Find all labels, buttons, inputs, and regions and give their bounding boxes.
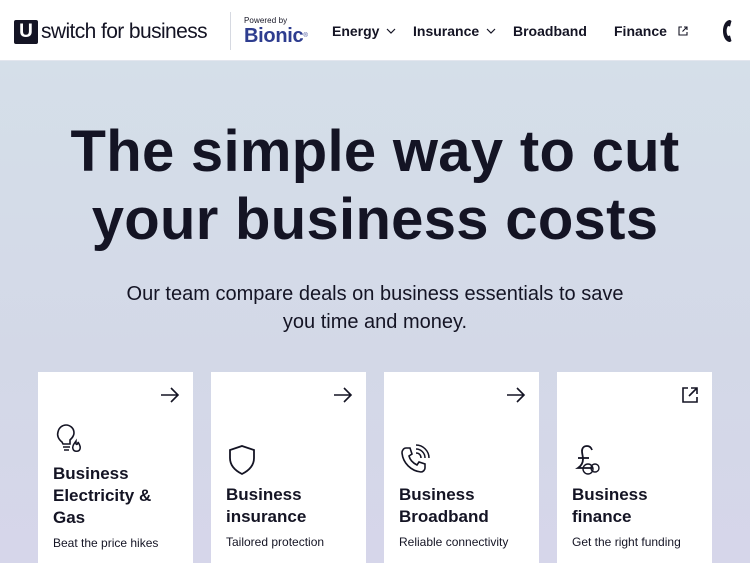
uswitch-logo[interactable]: U switch for business bbox=[14, 19, 208, 45]
hero-section: The simple way to cut your business cost… bbox=[0, 61, 750, 572]
hero-subtitle-line-2: you time and money. bbox=[282, 311, 468, 333]
card-description: Tailored protection bbox=[226, 535, 325, 549]
lightbulb-flame-icon bbox=[56, 424, 81, 452]
nav-energy-label: Energy bbox=[332, 23, 380, 39]
card-title: Business Broadband bbox=[399, 484, 529, 528]
card-description: Reliable connectivity bbox=[399, 535, 509, 549]
nav-broadband[interactable]: Broadband bbox=[513, 22, 587, 40]
logo-mark: U bbox=[14, 20, 38, 44]
shield-icon bbox=[229, 445, 255, 476]
card-title-line: Business bbox=[399, 485, 475, 504]
arrow-right-icon bbox=[161, 387, 180, 403]
card-title: Business insurance bbox=[226, 484, 356, 528]
card-business-broadband[interactable]: Business Broadband Reliable connectivity bbox=[384, 372, 539, 572]
card-business-electricity-gas[interactable]: Business Electricity & Gas Beat the pric… bbox=[38, 372, 193, 572]
bionic-logo-text: Bionic bbox=[244, 25, 304, 47]
hero-title-line-2: your business costs bbox=[91, 187, 659, 252]
card-title-line: insurance bbox=[226, 507, 307, 526]
card-description: Get the right funding bbox=[572, 535, 681, 549]
nav-insurance-label: Insurance bbox=[413, 23, 480, 39]
external-link-icon bbox=[682, 387, 698, 403]
card-business-insurance[interactable]: Business insurance Tailored protection bbox=[211, 372, 366, 572]
hero-title-line-1: The simple way to cut bbox=[70, 119, 680, 184]
nav-energy[interactable]: Energy bbox=[332, 22, 397, 40]
bionic-registered-mark: ® bbox=[303, 33, 308, 39]
card-title-line: Broadband bbox=[399, 507, 489, 526]
bionic-logo: Bionic® bbox=[244, 25, 314, 47]
card-title: Business Electricity & Gas bbox=[53, 463, 183, 529]
site-header: U switch for business Powered by Bionic®… bbox=[0, 0, 750, 61]
pound-coin-icon bbox=[575, 445, 600, 475]
chevron-down-icon bbox=[387, 28, 396, 34]
powered-by-bionic[interactable]: Powered by Bionic® bbox=[244, 16, 314, 47]
hero-subtitle-line-1: Our team compare deals on business essen… bbox=[126, 283, 624, 305]
phone-signal-icon bbox=[401, 444, 430, 473]
card-description: Beat the price hikes bbox=[53, 536, 159, 550]
powered-by-label: Powered by bbox=[244, 16, 288, 25]
nav-finance-label: Finance bbox=[614, 23, 667, 39]
phone-icon[interactable] bbox=[719, 17, 735, 45]
card-title-line: Electricity & bbox=[53, 486, 152, 505]
chevron-down-icon bbox=[486, 28, 496, 34]
external-link-icon bbox=[678, 26, 688, 36]
nav-broadband-label: Broadband bbox=[513, 23, 587, 39]
arrow-right-icon bbox=[507, 387, 526, 403]
card-title-line: Gas bbox=[53, 508, 86, 527]
card-title-line: Business bbox=[226, 485, 302, 504]
card-title: Business finance bbox=[572, 484, 702, 528]
hero-title: The simple way to cut your business cost… bbox=[0, 118, 750, 254]
card-business-finance[interactable]: Business finance Get the right funding bbox=[557, 372, 712, 572]
card-title-line: finance bbox=[572, 507, 632, 526]
nav-insurance[interactable]: Insurance bbox=[413, 22, 497, 40]
arrow-right-icon bbox=[334, 387, 353, 403]
card-title-line: Business bbox=[572, 485, 648, 504]
logo-text: switch for business bbox=[41, 20, 208, 43]
hero-subtitle: Our team compare deals on business essen… bbox=[115, 280, 635, 336]
header-divider bbox=[230, 12, 231, 50]
nav-finance[interactable]: Finance bbox=[614, 22, 689, 40]
card-title-line: Business bbox=[53, 464, 129, 483]
